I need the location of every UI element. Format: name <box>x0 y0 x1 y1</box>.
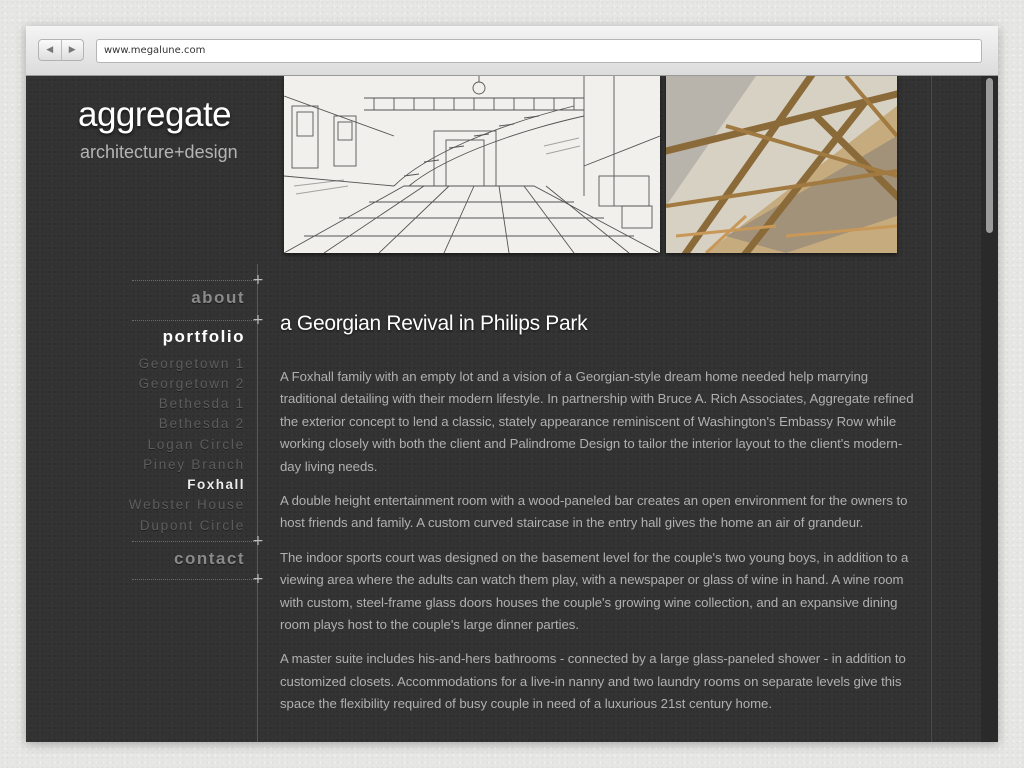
article-body: A Foxhall family with an empty lot and a… <box>280 366 920 728</box>
page-title: a Georgian Revival in Philips Park <box>280 312 588 335</box>
construction-illustration <box>666 76 897 253</box>
nav-divider <box>132 541 258 542</box>
article-paragraph: A Foxhall family with an empty lot and a… <box>280 369 914 474</box>
scrollbar-thumb[interactable] <box>986 78 993 233</box>
site-logo[interactable]: aggregate <box>78 95 232 135</box>
portfolio-item-webster-house[interactable]: Webster House <box>129 497 245 512</box>
right-guide-line <box>931 76 932 742</box>
plus-icon: + <box>252 571 264 587</box>
sketch-illustration <box>284 76 660 253</box>
article-paragraph: A double height entertainment room with … <box>280 493 908 531</box>
back-arrow-icon[interactable]: ◀ <box>39 40 61 60</box>
address-bar[interactable]: www.megalune.com <box>96 39 982 63</box>
nav-divider <box>132 320 258 321</box>
portfolio-item-foxhall[interactable]: Foxhall <box>187 477 245 492</box>
nav-about-link[interactable]: about <box>191 288 245 308</box>
nav-portfolio-link[interactable]: portfolio <box>163 327 245 347</box>
portfolio-item-georgetown-2[interactable]: Georgetown 2 <box>139 376 245 391</box>
construction-site-image <box>666 76 897 253</box>
nav-divider <box>132 579 258 580</box>
plus-icon: + <box>252 272 264 288</box>
plus-icon: + <box>252 312 264 328</box>
portfolio-item-bethesda-1[interactable]: Bethesda 1 <box>159 396 245 411</box>
article-paragraph: The indoor sports court was designed on … <box>280 549 909 633</box>
page-scrollbar[interactable] <box>981 76 998 742</box>
nav-divider <box>132 280 258 281</box>
browser-window: ◀ ▶ www.megalune.com aggregate architect… <box>26 26 998 742</box>
forward-arrow-icon[interactable]: ▶ <box>60 40 84 60</box>
web-page: aggregate architecture+design + about + … <box>26 76 998 742</box>
plus-icon: + <box>252 533 264 549</box>
left-guide-line <box>257 264 258 742</box>
history-buttons: ◀ ▶ <box>38 39 84 61</box>
portfolio-item-piney-branch[interactable]: Piney Branch <box>143 457 245 472</box>
portfolio-item-georgetown-1[interactable]: Georgetown 1 <box>139 356 245 371</box>
nav-contact-link[interactable]: contact <box>174 549 245 569</box>
portfolio-item-logan-circle[interactable]: Logan Circle <box>148 437 245 452</box>
browser-toolbar: ◀ ▶ www.megalune.com <box>26 26 998 76</box>
portfolio-item-dupont-circle[interactable]: Dupont Circle <box>140 518 245 533</box>
portfolio-item-bethesda-2[interactable]: Bethesda 2 <box>159 416 245 431</box>
site-tagline: architecture+design <box>80 142 238 162</box>
interior-sketch-image <box>284 76 660 253</box>
article-paragraph: A master suite includes his-and-hers bat… <box>280 651 906 712</box>
